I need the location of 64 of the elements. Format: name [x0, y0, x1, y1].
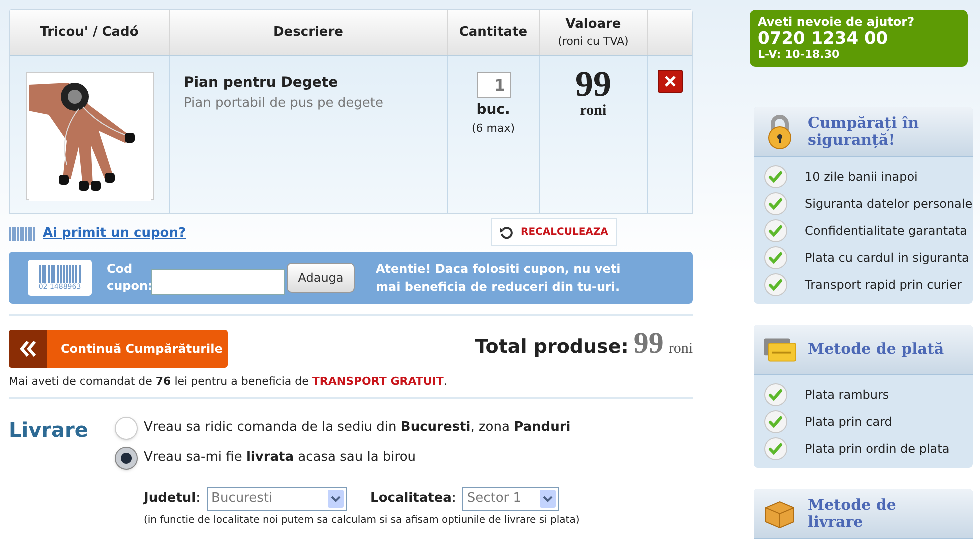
product-name: Pian pentru Degete [184, 74, 340, 93]
column-header: Descriere [274, 24, 344, 42]
credit-card-icon [764, 338, 796, 362]
check-icon [764, 272, 788, 296]
delivery-title: Livrare [9, 416, 90, 444]
panel-item: Transport rapid prin curier [805, 276, 962, 294]
panel-item: Plata ramburs [805, 386, 890, 404]
column-header: Cantitate [459, 24, 528, 42]
check-icon [764, 436, 788, 460]
county-select[interactable]: Bucuresti [206, 486, 347, 510]
delivery-hint: (in functie de localitate noi putem sa calculam si sa afisam optiunile de livrare si plata) [144, 514, 580, 528]
panel-title: Metode de plată [808, 341, 946, 358]
continue-shopping-button[interactable]: Continuă Cumpărăturile [9, 330, 228, 368]
radio-button[interactable] [115, 446, 138, 470]
panel-item: Confidentialitate garantata [805, 222, 968, 240]
panel-item: Siguranta datelor personale [805, 196, 973, 212]
option-label: Vreau sa ridic comanda de la sediu din Bucuresti, zona Panduri [144, 419, 571, 438]
product-description: Pian portabil de pus pe degete [184, 95, 384, 113]
price-currency: roni [580, 104, 607, 118]
panel-title: Cumpărați în siguranță! [808, 114, 920, 148]
county-label: Judetul: [144, 490, 201, 508]
remove-button[interactable] [658, 70, 682, 93]
item-price: 99 [576, 64, 612, 104]
coupon-field[interactable] [151, 269, 285, 295]
panel-item: Plata prin card [805, 414, 892, 430]
close-icon [664, 76, 676, 87]
check-icon [764, 164, 788, 188]
panel-item: Plata cu cardul in siguranta [805, 250, 970, 266]
refresh-icon [500, 226, 513, 238]
locality-label: Localitatea: [370, 490, 456, 508]
double-chevron-icon [9, 330, 47, 368]
help-hours: L-V: 10-18.30 [758, 49, 841, 61]
panel-title: Metode de livrare [808, 496, 898, 530]
quantity-max: (6 max) [472, 121, 516, 137]
help-title: Aveti nevoie de ajutor? [758, 15, 916, 29]
padlock-icon [766, 114, 794, 150]
total-currency: roni [668, 340, 693, 359]
check-icon [764, 410, 788, 434]
help-phone: 0720 1234 00 [758, 29, 890, 49]
quantity-unit: buc. [476, 101, 510, 120]
panel-item: Plata prin ordin de plata [805, 440, 950, 458]
check-icon [764, 218, 788, 242]
panel-item: 10 zile banii inapoi [805, 168, 918, 186]
column-header: Tricou' / Cadó [40, 24, 139, 42]
quantity-field[interactable]: 1 [476, 72, 510, 98]
box-icon [764, 500, 796, 528]
check-icon [764, 382, 788, 406]
check-icon [764, 192, 788, 216]
add-coupon-button[interactable]: Adauga [287, 263, 355, 293]
coupon-warning: Atentie! Daca folositi cupon, nu veti mai beneficia de reduceri din tu-uri. [376, 261, 622, 296]
barcode-icon [9, 226, 35, 241]
recalculate-button[interactable]: RECALCULEAZA [491, 218, 618, 246]
column-note: (roni cu TVA) [558, 34, 629, 50]
check-icon [764, 246, 788, 270]
coupon-link[interactable]: Ai primit un cupon? [43, 224, 186, 244]
coupon-label: Cod cupon: [107, 261, 151, 295]
option-label: Vreau sa-mi fie livrata acasa sau la birou [144, 449, 416, 468]
barcode-icon [39, 265, 81, 283]
locality-select[interactable]: Sector 1 [462, 486, 560, 510]
total-label: Total produse: [475, 335, 629, 360]
free-shipping-note: Mai aveti de comandat de 76 lei pentru a beneficia de TRANSPORT GRATUIT. [9, 374, 448, 390]
radio-button[interactable] [115, 416, 138, 440]
column-header: Valoare [566, 16, 622, 34]
total-value: 99 [634, 326, 664, 362]
